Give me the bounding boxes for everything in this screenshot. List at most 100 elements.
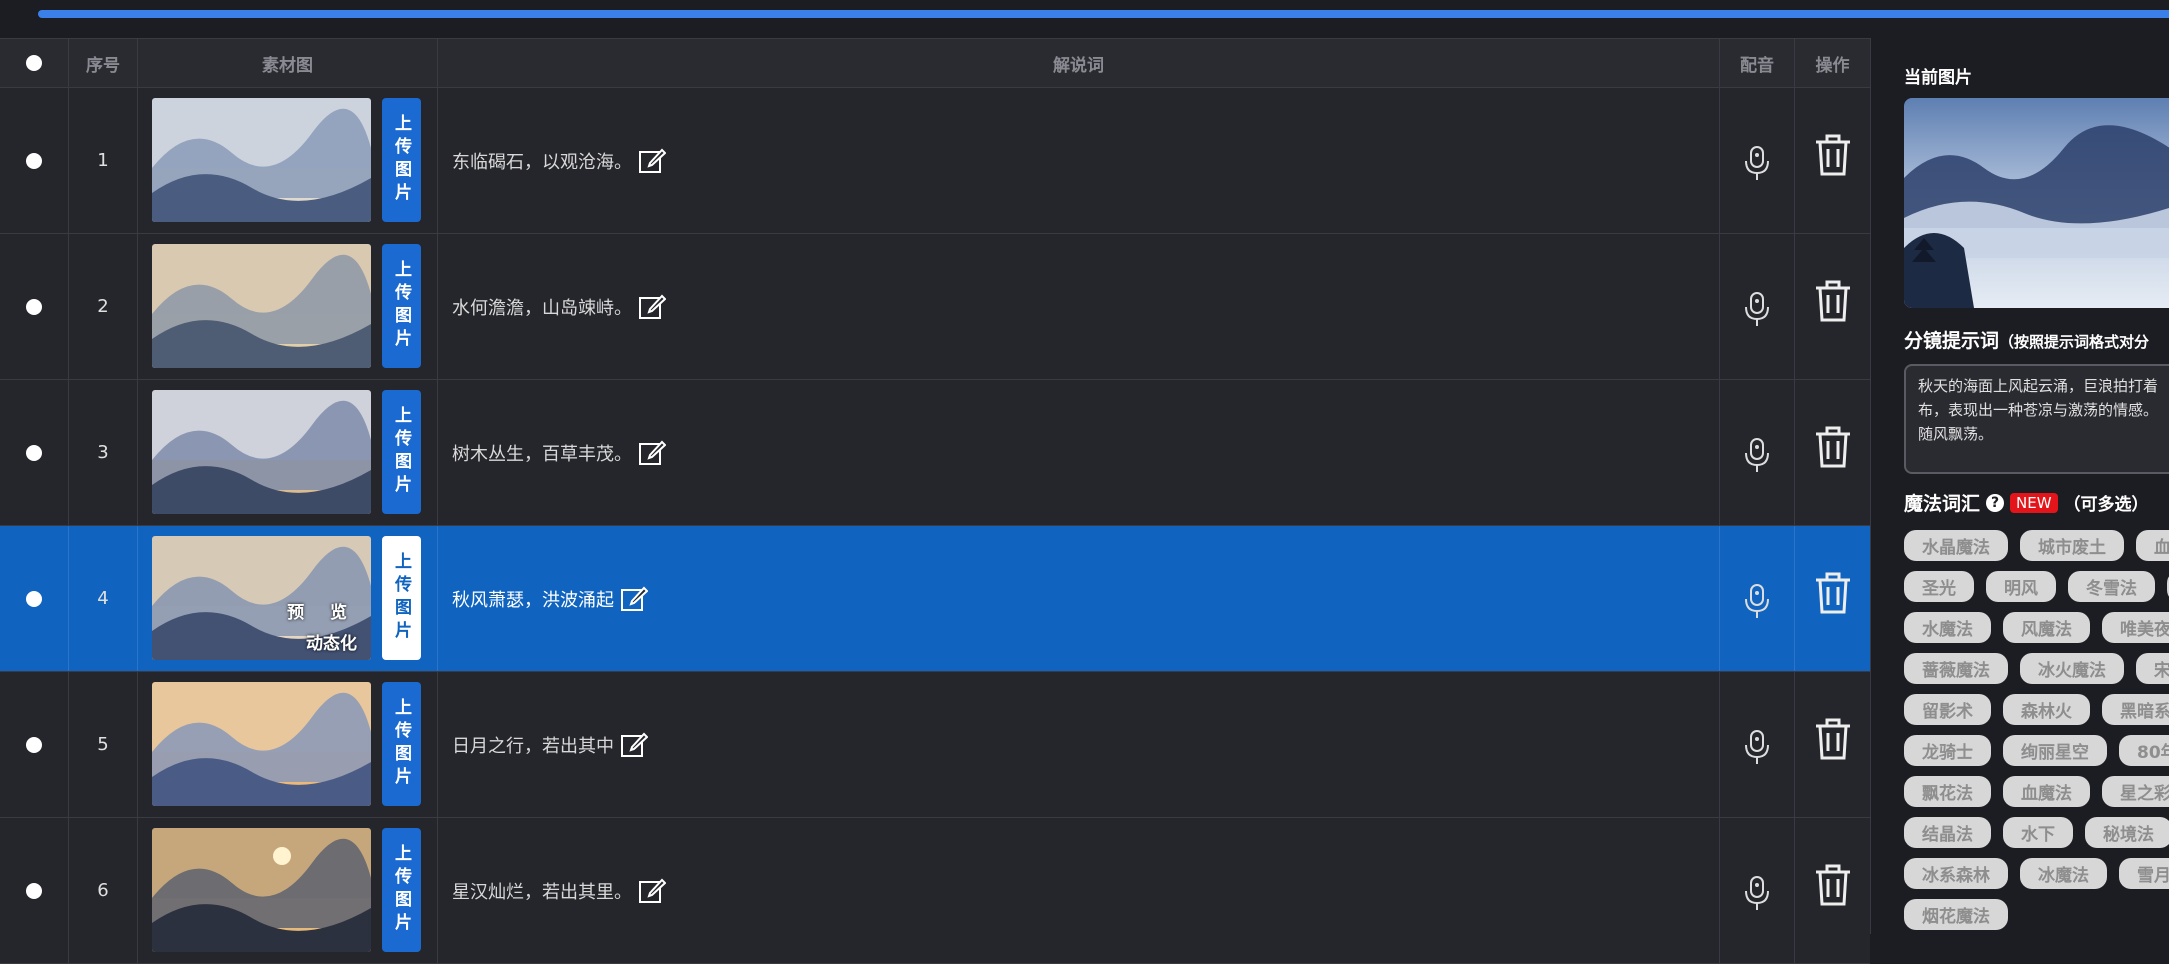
table-body: 1 上传图片 东临碣石，以观沧海。 2 上传图片 水何澹澹，山岛竦峙。 3 上传… bbox=[0, 88, 1870, 964]
microphone-icon[interactable] bbox=[1742, 281, 1772, 333]
edit-icon[interactable] bbox=[638, 877, 666, 905]
animate-button[interactable]: 动态化 bbox=[306, 629, 357, 654]
row-checkbox[interactable] bbox=[0, 672, 69, 817]
row-checkbox[interactable] bbox=[0, 818, 69, 963]
magic-tag[interactable]: 风魔法 bbox=[2003, 612, 2090, 643]
table-row[interactable]: 5 上传图片 日月之行，若出其中 bbox=[0, 672, 1870, 818]
upload-image-button[interactable]: 上传图片 bbox=[382, 390, 421, 514]
magic-tag[interactable]: 森林火 bbox=[2003, 694, 2090, 725]
trash-icon[interactable] bbox=[1813, 717, 1853, 773]
microphone-icon[interactable] bbox=[1742, 135, 1772, 187]
magic-tag[interactable]: 蔷薇魔法 bbox=[1904, 653, 2008, 684]
material-image[interactable] bbox=[152, 390, 371, 514]
upload-image-button[interactable]: 上传图片 bbox=[382, 682, 421, 806]
magic-tag[interactable]: 留影术 bbox=[1904, 694, 1991, 725]
edit-icon[interactable] bbox=[620, 731, 648, 759]
trash-icon[interactable] bbox=[1813, 425, 1853, 481]
magic-tag[interactable]: 血 bbox=[2136, 530, 2169, 561]
trash-icon[interactable] bbox=[1813, 279, 1853, 335]
magic-tag[interactable]: 水晶魔法 bbox=[1904, 530, 2008, 561]
tag-row: 圣光 明风 冬雪法 bbox=[1904, 571, 2169, 602]
microphone-icon[interactable] bbox=[1742, 865, 1772, 917]
help-icon[interactable]: ? bbox=[1986, 493, 2005, 512]
row-index: 5 bbox=[97, 734, 109, 755]
tag-row: 飘花法 血魔法 星之彩 bbox=[1904, 776, 2169, 807]
edit-icon[interactable] bbox=[638, 439, 666, 467]
row-checkbox[interactable] bbox=[0, 88, 69, 233]
tag-row: 水晶魔法 城市废土血 bbox=[1904, 530, 2169, 561]
magic-tag[interactable]: 结晶法 bbox=[1904, 817, 1991, 848]
trash-icon[interactable] bbox=[1813, 863, 1853, 919]
magic-tag[interactable]: 水魔法 bbox=[1904, 612, 1991, 643]
microphone-icon[interactable] bbox=[1742, 719, 1772, 771]
tag-row: 烟花魔法 bbox=[1904, 899, 2169, 930]
material-image[interactable]: 预 览 动态化 bbox=[152, 536, 371, 660]
magic-tag[interactable]: 明风 bbox=[1986, 571, 2056, 602]
narration-text: 日月之行，若出其中 bbox=[452, 735, 614, 757]
magic-tag[interactable]: 黑暗系 bbox=[2102, 694, 2169, 725]
tag-row: 结晶法 水下 秘境法 bbox=[1904, 817, 2169, 848]
row-index: 3 bbox=[97, 442, 109, 463]
magic-tag[interactable]: 血魔法 bbox=[2003, 776, 2090, 807]
trash-icon[interactable] bbox=[1813, 571, 1853, 627]
magic-tags: 水晶魔法 城市废土血圣光 明风 冬雪法 水魔法 风魔法 唯美夜 蔷薇魔法 冰火魔法宋留影术 森林火… bbox=[1904, 530, 2169, 934]
preview-button[interactable]: 预 览 bbox=[287, 598, 357, 623]
narration-text: 东临碣石，以观沧海。 bbox=[452, 151, 632, 173]
header-action: 操作 bbox=[1815, 55, 1850, 76]
magic-tag[interactable]: 秘境法 bbox=[2085, 817, 2169, 848]
magic-tag[interactable]: 圣光 bbox=[1904, 571, 1974, 602]
magic-tag[interactable]: 冰火魔法 bbox=[2020, 653, 2124, 684]
magic-tag[interactable]: 龙骑士 bbox=[1904, 735, 1991, 766]
magic-tag[interactable]: 烟花魔法 bbox=[1904, 899, 2008, 930]
narration-text: 星汉灿烂，若出其里。 bbox=[452, 881, 632, 903]
row-checkbox[interactable] bbox=[0, 526, 69, 671]
new-badge: NEW bbox=[2010, 492, 2058, 513]
magic-tag[interactable]: 绚丽星空 bbox=[2003, 735, 2107, 766]
table-row[interactable]: 1 上传图片 东临碣石，以观沧海。 bbox=[0, 88, 1870, 234]
magic-tag[interactable]: 冬雪法 bbox=[2068, 571, 2155, 602]
magic-tag[interactable]: 星之彩 bbox=[2102, 776, 2169, 807]
row-checkbox[interactable] bbox=[0, 380, 69, 525]
upload-image-button[interactable]: 上传图片 bbox=[382, 536, 421, 660]
magic-tag[interactable]: 冰魔法 bbox=[2020, 858, 2107, 889]
prompt-textarea[interactable]: 秋天的海面上风起云涌，巨浪拍打着 布，表现出一种苍凉与激荡的情感。 随风飘荡。 bbox=[1904, 364, 2169, 474]
table-row[interactable]: 3 上传图片 树木丛生，百草丰茂。 bbox=[0, 380, 1870, 526]
row-index: 6 bbox=[97, 880, 109, 901]
row-index: 1 bbox=[97, 150, 109, 171]
material-image[interactable] bbox=[152, 244, 371, 368]
magic-tag[interactable]: 冰系森林 bbox=[1904, 858, 2008, 889]
edit-icon[interactable] bbox=[638, 147, 666, 175]
microphone-icon[interactable] bbox=[1742, 573, 1772, 625]
magic-tag[interactable]: 水下 bbox=[2003, 817, 2073, 848]
header-voice: 配音 bbox=[1720, 39, 1795, 87]
magic-tag[interactable]: 城市废土 bbox=[2020, 530, 2124, 561]
table-row[interactable]: 2 上传图片 水何澹澹，山岛竦峙。 bbox=[0, 234, 1870, 380]
progress-bar bbox=[0, 0, 2169, 28]
trash-icon[interactable] bbox=[1813, 133, 1853, 189]
microphone-icon[interactable] bbox=[1742, 427, 1772, 479]
upload-image-button[interactable]: 上传图片 bbox=[382, 98, 421, 222]
table-row[interactable]: 4 预 览 动态化 上传图片 秋风萧瑟，洪波涌起 bbox=[0, 526, 1870, 672]
row-checkbox[interactable] bbox=[0, 234, 69, 379]
narration-text: 水何澹澹，山岛竦峙。 bbox=[452, 297, 632, 319]
material-image[interactable] bbox=[152, 828, 371, 952]
material-image[interactable] bbox=[152, 682, 371, 806]
magic-tag[interactable]: 宋 bbox=[2136, 653, 2169, 684]
tag-row: 蔷薇魔法 冰火魔法宋 bbox=[1904, 653, 2169, 684]
prompt-title: 分镜提示词（按照提示词格式对分 bbox=[1904, 330, 2150, 352]
panel-divider[interactable] bbox=[1870, 38, 1876, 934]
upload-image-button[interactable]: 上传图片 bbox=[382, 244, 421, 368]
table-row[interactable]: 6 上传图片 星汉灿烂，若出其里。 bbox=[0, 818, 1870, 964]
magic-tag[interactable]: 80年 bbox=[2119, 735, 2169, 766]
material-image[interactable] bbox=[152, 98, 371, 222]
current-image bbox=[1904, 98, 2169, 308]
magic-tag[interactable]: 唯美夜 bbox=[2102, 612, 2169, 643]
edit-icon[interactable] bbox=[638, 293, 666, 321]
upload-image-button[interactable]: 上传图片 bbox=[382, 828, 421, 952]
header-narration: 解说词 bbox=[438, 39, 1720, 87]
magic-tag[interactable]: 雪月 bbox=[2119, 858, 2169, 889]
select-all-checkbox[interactable] bbox=[0, 39, 69, 87]
row-index: 2 bbox=[97, 296, 109, 317]
magic-tag[interactable]: 飘花法 bbox=[1904, 776, 1991, 807]
edit-icon[interactable] bbox=[620, 585, 648, 613]
